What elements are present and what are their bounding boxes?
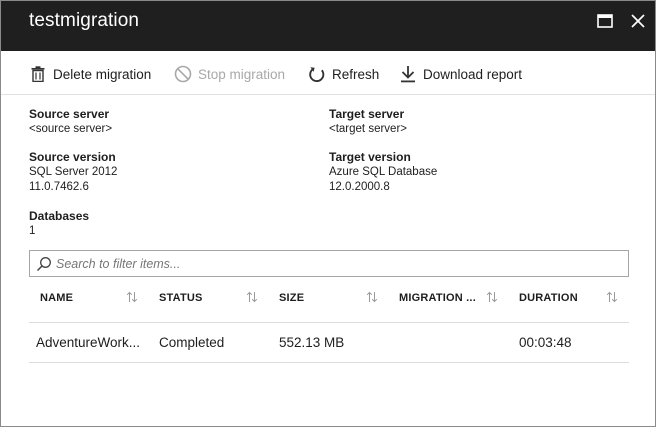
title-bar: testmigration — [1, 1, 655, 51]
search-icon — [36, 256, 52, 272]
download-report-button[interactable]: Download report — [399, 63, 522, 85]
databases-label: Databases — [29, 209, 90, 223]
download-icon — [399, 65, 417, 83]
filter-input[interactable] — [56, 252, 628, 275]
cell-size: 552.13 MB — [279, 335, 345, 350]
download-report-label: Download report — [423, 66, 523, 82]
sort-icon[interactable] — [366, 291, 378, 303]
column-header-migration[interactable]: MIGRATION ... — [399, 292, 476, 306]
stop-icon — [174, 65, 192, 83]
migration-blade: testmigration Delete migration Stop migr… — [0, 0, 656, 427]
filter-box — [29, 250, 629, 277]
stop-migration-label: Stop migration — [198, 66, 286, 82]
refresh-button[interactable]: Refresh — [308, 63, 379, 85]
source-version-name: SQL Server 2012 — [29, 166, 118, 178]
column-header-size[interactable]: SIZE — [279, 292, 304, 306]
source-version-number: 11.0.7462.6 — [29, 181, 89, 193]
trash-icon — [29, 65, 47, 83]
refresh-icon — [308, 65, 326, 83]
sort-icon[interactable] — [486, 291, 498, 303]
column-header-duration[interactable]: DURATION — [519, 292, 578, 306]
maximize-icon — [597, 14, 613, 28]
target-version-name: Azure SQL Database — [329, 166, 438, 178]
target-version-number: 12.0.2000.8 — [329, 181, 390, 193]
maximize-button[interactable] — [595, 11, 615, 31]
cell-name: AdventureWork... — [36, 335, 141, 350]
target-server-label: Target server — [329, 107, 405, 121]
refresh-label: Refresh — [332, 66, 380, 82]
source-server-label: Source server — [29, 107, 110, 121]
close-icon — [630, 13, 646, 29]
source-version-label: Source version — [29, 150, 116, 164]
command-bar: Delete migration Stop migration Refresh — [1, 51, 655, 95]
column-header-status[interactable]: STATUS — [159, 292, 203, 306]
target-server-value: <target server> — [329, 123, 407, 135]
row-divider — [29, 362, 629, 363]
delete-migration-label: Delete migration — [53, 66, 152, 82]
source-server-value: <source server> — [29, 123, 113, 135]
cell-duration: 00:03:48 — [519, 335, 572, 350]
column-header-name[interactable]: NAME — [40, 292, 73, 306]
sort-icon[interactable] — [606, 291, 618, 303]
stop-migration-button[interactable]: Stop migration — [174, 63, 285, 85]
sort-icon[interactable] — [246, 291, 258, 303]
blade-title: testmigration — [29, 10, 140, 31]
sort-icon[interactable] — [126, 291, 138, 303]
target-version-label: Target version — [329, 150, 411, 164]
cell-status: Completed — [159, 335, 225, 350]
delete-migration-button[interactable]: Delete migration — [29, 63, 151, 85]
databases-count: 1 — [29, 225, 36, 237]
close-button[interactable] — [628, 11, 648, 31]
